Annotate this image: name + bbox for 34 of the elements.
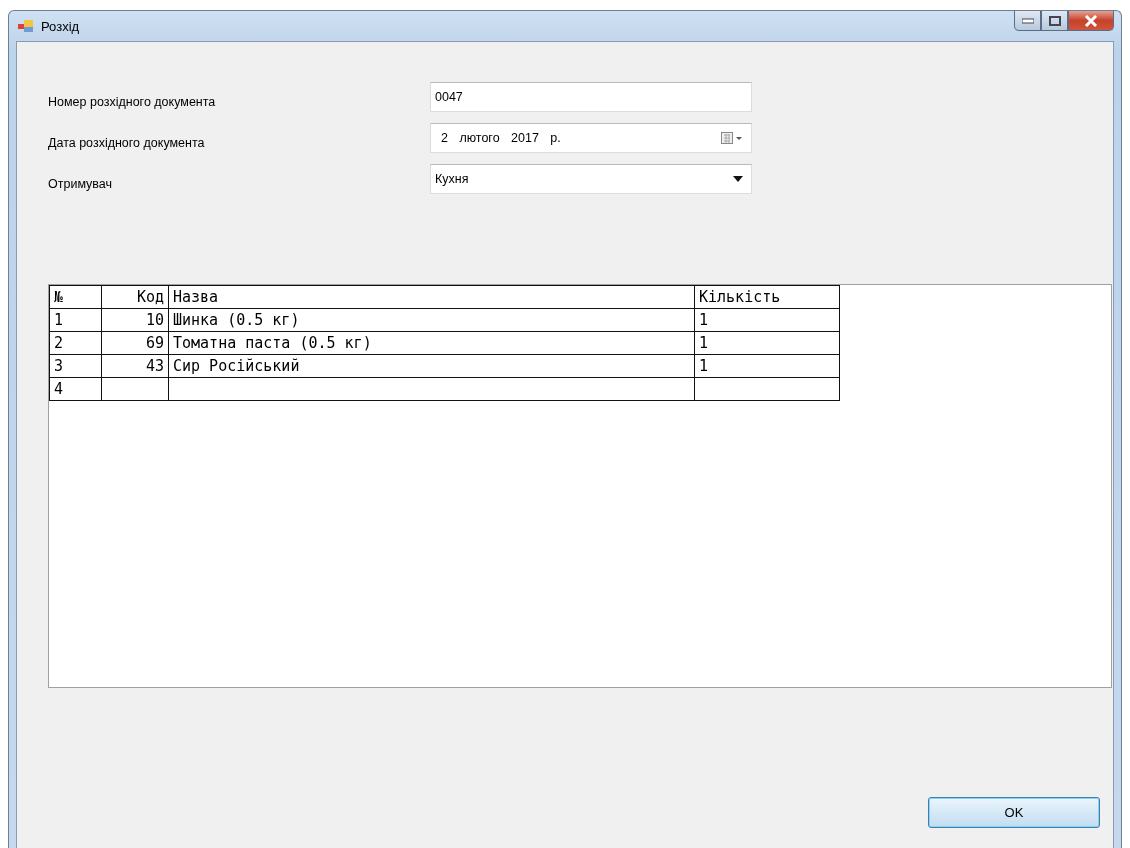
maximize-icon: [1048, 15, 1061, 26]
table-cell: 3: [49, 354, 102, 378]
dropdown-arrow-icon: [733, 176, 743, 182]
table-cell: 4: [49, 377, 102, 401]
table-cell: 2: [49, 331, 102, 355]
table-cell: 1: [694, 308, 840, 332]
column-header[interactable]: Кількість: [694, 285, 840, 309]
table-cell: 10: [101, 308, 169, 332]
ok-button[interactable]: OK: [928, 797, 1100, 828]
text-field[interactable]: 0047: [430, 82, 752, 112]
app-icon: [18, 19, 34, 33]
field-label: Отримувач: [48, 177, 114, 191]
table-cell: Томатна паста (0.5 кг): [168, 331, 695, 355]
maximize-button[interactable]: [1041, 11, 1068, 31]
table-cell: 1: [694, 331, 840, 355]
minimize-icon: [1021, 17, 1034, 24]
table-cell: Сир Російський: [168, 354, 695, 378]
field-label: Дата розхідного документа: [48, 136, 206, 150]
column-header[interactable]: №: [49, 285, 102, 309]
recipient-dropdown[interactable]: Кухня: [430, 164, 752, 194]
date-picker[interactable]: 2 лютого 2017 р.: [430, 123, 752, 153]
close-icon: [1084, 14, 1098, 27]
table-cell: 69: [101, 331, 169, 355]
table-cell: 1: [49, 308, 102, 332]
column-header[interactable]: Назва: [168, 285, 695, 309]
table-cell: Шинка (0.5 кг): [168, 308, 695, 332]
calendar-dropdown-icon: [721, 131, 743, 145]
field-label: Номер розхідного документа: [48, 95, 217, 109]
table-cell: 43: [101, 354, 169, 378]
column-header[interactable]: Код: [101, 285, 169, 309]
window-title: Розхід: [41, 18, 80, 34]
minimize-button[interactable]: [1014, 11, 1041, 31]
close-button[interactable]: [1068, 11, 1114, 31]
table-cell: 1: [694, 354, 840, 378]
